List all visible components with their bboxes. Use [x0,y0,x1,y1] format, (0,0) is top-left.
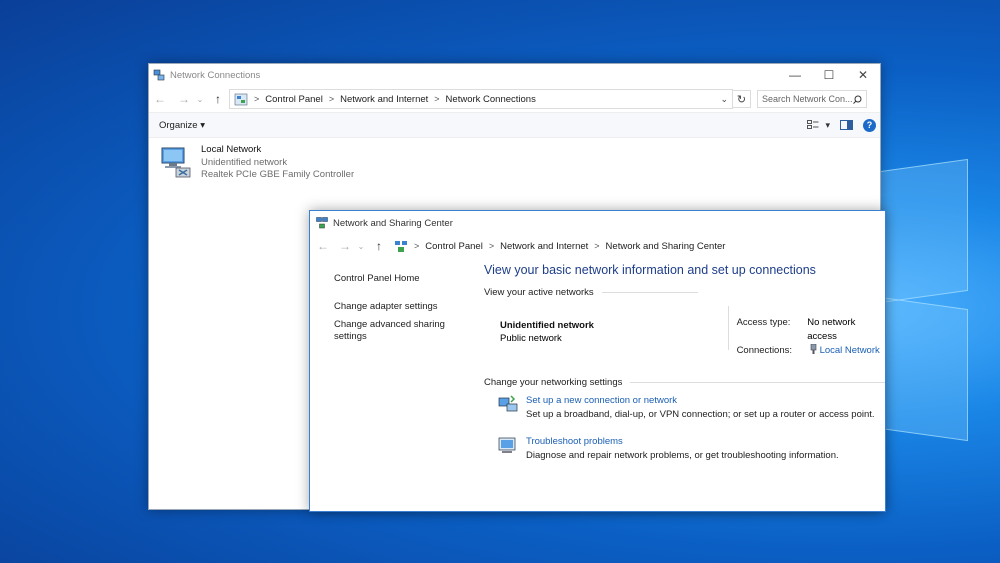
connection-status: Unidentified network [201,156,288,168]
breadcrumb-network-connections[interactable]: Network Connections [446,94,536,105]
new-connection-icon [498,395,518,412]
title-bar[interactable]: Network and Sharing Center [310,211,885,235]
organize-button[interactable]: Organize ▾ [159,120,205,131]
window-title: Network Connections [170,69,261,81]
view-options-icon [807,120,819,129]
breadcrumb-network-and-internet[interactable]: Network and Internet [340,94,428,105]
logo-pane-upper [880,158,968,304]
address-bar-row: ← → ⌄ ↑ > Control Panel > Network and In… [149,86,880,112]
organize-label: Organize [159,119,198,131]
connection-name: Local Network [201,144,262,155]
windows-logo [880,158,968,442]
preview-pane-icon[interactable] [840,120,853,130]
access-type-value: No network access [807,317,856,342]
new-connection-link[interactable]: Set up a new connection or network [526,394,875,408]
refresh-button[interactable]: ↻ [733,90,751,108]
active-network-name: Unidentified network [500,320,594,331]
section-label: View your active networks [484,287,594,298]
sidebar-item-change-adapter-settings[interactable]: Change adapter settings [334,301,464,313]
breadcrumb-network-and-internet[interactable]: Network and Internet [500,241,588,252]
minimize-button[interactable]: — [778,65,812,85]
new-connection-description: Set up a broadband, dial-up, or VPN conn… [526,409,875,420]
sidebar: Control Panel Home Change adapter settin… [334,273,464,359]
network-adapter-icon [161,147,191,178]
troubleshoot-description: Diagnose and repair network problems, or… [526,450,839,461]
breadcrumb-control-panel[interactable]: Control Panel [265,94,323,105]
control-panel-icon [395,240,407,252]
command-bar: Organize ▾ ▾ ? [149,112,880,138]
recent-locations-button[interactable]: ⌄ [193,95,207,104]
help-icon[interactable]: ? [863,118,876,132]
breadcrumb-separator: > [434,94,440,104]
address-dropdown-button[interactable]: ⌄ [720,94,728,105]
logo-pane-lower [880,296,968,442]
back-button[interactable]: ← [316,239,330,253]
active-network-panel: Unidentified network Public network Acce… [484,306,885,358]
troubleshoot-link[interactable]: Troubleshoot problems [526,435,839,449]
network-sharing-center-window[interactable]: Network and Sharing Center ← → ⌄ ↑ > Con… [309,210,886,512]
network-sharing-icon [316,217,328,229]
ethernet-icon [810,343,816,354]
access-type-label: Access type: [736,317,791,328]
search-box[interactable]: Search Network Con... [757,90,867,108]
forward-button[interactable]: → [338,239,352,253]
active-networks-section: View your active networks [484,287,885,298]
recent-locations-button[interactable]: ⌄ [354,242,368,251]
window-title: Network and Sharing Center [333,217,453,229]
breadcrumb-separator: > [254,94,260,104]
title-bar[interactable]: Network Connections — ☐ ✕ [149,64,880,86]
up-button[interactable]: ↑ [211,92,225,106]
change-view-button[interactable]: ▾ [807,120,830,131]
up-button[interactable]: ↑ [372,239,386,253]
close-button[interactable]: ✕ [846,65,880,85]
local-network-connection[interactable]: Local Network Unidentified network Realt… [159,144,354,182]
search-icon [853,95,862,104]
main-content: View your basic network information and … [484,263,885,463]
breadcrumb-separator: > [328,94,335,104]
connection-link-label: Local Network [819,345,880,356]
breadcrumb-control-panel[interactable]: Control Panel [425,241,483,252]
change-settings-section: Change your networking settings [484,377,885,388]
forward-button[interactable]: → [177,92,191,106]
view-dropdown-arrow-icon: ▾ [825,119,830,130]
network-connections-icon [153,69,165,81]
breadcrumb-separator: > [488,241,495,251]
setting-troubleshoot: Troubleshoot problems Diagnose and repai… [498,435,885,463]
troubleshoot-icon [498,437,516,453]
back-button[interactable]: ← [153,92,167,106]
page-heading: View your basic network information and … [484,263,816,277]
setting-new-connection: Set up a new connection or network Set u… [498,394,885,422]
connection-adapter: Realtek PCIe GBE Family Controller [201,169,355,180]
organize-arrow-icon: ▾ [200,119,205,131]
address-box[interactable]: > Control Panel > Network and Internet >… [390,237,868,255]
control-panel-icon [234,93,248,105]
section-divider [601,292,698,293]
sidebar-item-change-advanced-sharing[interactable]: Change advanced sharing settings [334,319,464,343]
maximize-button[interactable]: ☐ [812,65,846,85]
connection-link[interactable]: Local Network [810,343,880,358]
connections-label: Connections: [736,345,793,356]
active-network-type[interactable]: Public network [500,333,728,344]
breadcrumb-network-and-sharing-center[interactable]: Network and Sharing Center [606,241,726,252]
breadcrumb-separator: > [414,241,420,251]
sidebar-item-control-panel-home[interactable]: Control Panel Home [334,273,464,285]
address-box[interactable]: > Control Panel > Network and Internet >… [229,89,733,109]
search-input[interactable]: Search Network Con... [762,94,853,104]
address-bar-row: ← → ⌄ ↑ > Control Panel > Network and In… [310,235,885,257]
breadcrumb-separator: > [594,241,600,251]
section-divider [630,382,885,383]
section-label: Change your networking settings [484,377,623,388]
